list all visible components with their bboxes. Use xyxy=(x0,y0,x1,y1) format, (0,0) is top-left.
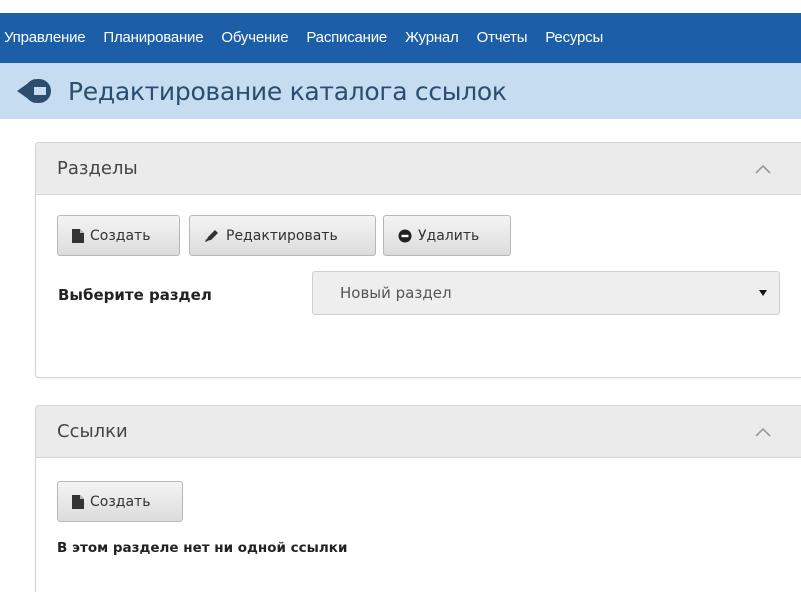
delete-section-button[interactable]: Удалить xyxy=(383,215,511,256)
select-section-label: Выберите раздел xyxy=(58,286,212,304)
sections-panel-title: Разделы xyxy=(57,158,138,179)
edit-section-button[interactable]: Редактировать xyxy=(189,215,376,256)
create-link-button[interactable]: Создать xyxy=(57,481,183,522)
nav-item-planning[interactable]: Планирование xyxy=(94,13,212,63)
empty-links-message: В этом разделе нет ни одной ссылки xyxy=(57,540,348,556)
create-section-button[interactable]: Создать xyxy=(57,215,180,256)
top-strip xyxy=(0,0,801,13)
nav-item-management[interactable]: Управление xyxy=(0,13,94,63)
delete-section-label: Удалить xyxy=(418,227,480,244)
main-navbar: Управление Планирование Обучение Расписа… xyxy=(0,13,801,63)
section-select-value: Новый раздел xyxy=(340,284,452,302)
nav-item-reports[interactable]: Отчеты xyxy=(468,13,537,63)
nav-item-learning[interactable]: Обучение xyxy=(212,13,297,63)
links-panel-header[interactable]: Ссылки xyxy=(36,406,801,458)
links-panel: Ссылки Создать В этом разделе нет ни одн… xyxy=(35,405,801,592)
nav-item-schedule[interactable]: Расписание xyxy=(297,13,396,63)
edit-section-label: Редактировать xyxy=(226,227,338,244)
chevron-up-icon[interactable] xyxy=(753,425,773,439)
section-select[interactable]: Новый раздел xyxy=(312,271,780,315)
nav-item-resources[interactable]: Ресурсы xyxy=(536,13,612,63)
chevron-up-icon[interactable] xyxy=(753,162,773,176)
create-link-label: Создать xyxy=(90,493,151,510)
minus-circle-icon xyxy=(398,229,412,242)
file-icon xyxy=(72,494,84,509)
page-title: Редактирование каталога ссылок xyxy=(68,76,507,106)
links-panel-title: Ссылки xyxy=(57,421,128,442)
sections-panel-header[interactable]: Разделы xyxy=(36,143,801,195)
sections-panel: Разделы Создать Редактировать Удалить Вы… xyxy=(35,142,801,378)
pencil-icon xyxy=(205,229,218,242)
page: Управление Планирование Обучение Расписа… xyxy=(0,0,801,592)
file-icon xyxy=(72,228,84,243)
create-section-label: Создать xyxy=(90,227,151,244)
caret-down-icon xyxy=(759,290,767,296)
back-arrow-icon[interactable] xyxy=(16,76,54,106)
title-bar: Редактирование каталога ссылок xyxy=(0,63,801,119)
nav-item-journal[interactable]: Журнал xyxy=(396,13,468,63)
